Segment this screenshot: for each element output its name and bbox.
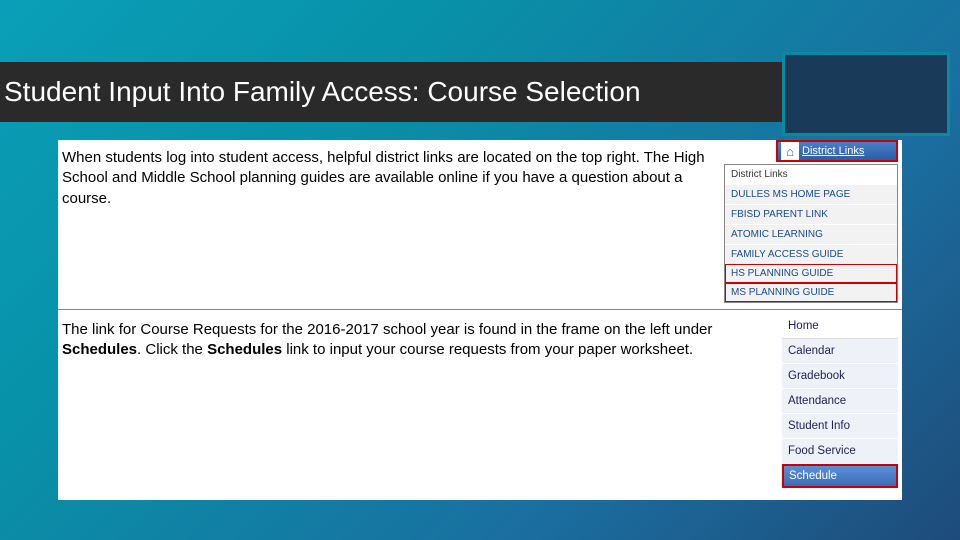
section-schedules: The link for Course Requests for the 201…: [58, 310, 902, 488]
link-ms-planning-guide[interactable]: MS PLANNING GUIDE: [725, 283, 897, 302]
section2-post: link to input your course requests from …: [282, 341, 693, 358]
nav-calendar[interactable]: Calendar: [782, 339, 898, 364]
accent-block: [782, 52, 950, 136]
district-links-button[interactable]: ⌂ District Links: [776, 140, 898, 162]
district-links-column: ⌂ District Links District Links DULLES M…: [724, 140, 902, 309]
nav-student-info[interactable]: Student Info: [782, 414, 898, 439]
section1-text: When students log into student access, h…: [58, 140, 724, 309]
section2-text: The link for Course Requests for the 201…: [58, 310, 782, 488]
nav-food-service[interactable]: Food Service: [782, 439, 898, 464]
section2-bold2: Schedules: [207, 341, 282, 358]
district-links-label: District Links: [802, 145, 864, 157]
nav-home[interactable]: Home: [782, 314, 898, 339]
nav-attendance[interactable]: Attendance: [782, 389, 898, 414]
page-title: Student Input Into Family Access: Course…: [4, 76, 641, 108]
link-atomic-learning[interactable]: ATOMIC LEARNING: [725, 224, 897, 244]
link-hs-planning-guide[interactable]: HS PLANNING GUIDE: [725, 264, 897, 283]
district-links-icon: ⌂: [781, 142, 799, 160]
section2-bold1: Schedules: [62, 341, 137, 358]
title-bar: Student Input Into Family Access: Course…: [0, 62, 782, 122]
left-nav-column: Home Calendar Gradebook Attendance Stude…: [782, 310, 902, 488]
district-links-panel: District Links DULLES MS HOME PAGE FBISD…: [724, 164, 898, 303]
content-area: When students log into student access, h…: [58, 140, 902, 500]
left-nav-list: Home Calendar Gradebook Attendance Stude…: [782, 314, 898, 488]
link-dulles-ms-home[interactable]: DULLES MS HOME PAGE: [725, 184, 897, 204]
district-links-header: District Links: [725, 165, 897, 184]
link-fbisd-parent[interactable]: FBISD PARENT LINK: [725, 204, 897, 224]
section-district-links: When students log into student access, h…: [58, 140, 902, 310]
section2-pre: The link for Course Requests for the 201…: [62, 321, 712, 338]
nav-schedule[interactable]: Schedule: [782, 464, 898, 488]
section2-mid: . Click the: [137, 341, 207, 358]
link-family-access-guide[interactable]: FAMILY ACCESS GUIDE: [725, 244, 897, 264]
nav-gradebook[interactable]: Gradebook: [782, 364, 898, 389]
